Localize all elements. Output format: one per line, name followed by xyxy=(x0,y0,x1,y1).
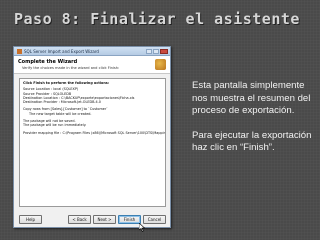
window-controls xyxy=(146,48,170,54)
wizard-window: SQL Server Import and Export Wizard Comp… xyxy=(13,46,171,232)
close-icon[interactable] xyxy=(160,48,168,54)
next-button[interactable]: Next > xyxy=(93,214,116,224)
cancel-button[interactable]: Cancel xyxy=(143,214,166,224)
slide-title: Paso 8: Finalizar el asistente xyxy=(14,10,300,28)
finish-button[interactable]: Finish xyxy=(118,214,141,224)
summary-mapping-line: Provider mapping file : C:\Program Files… xyxy=(23,130,166,135)
wizard-header-subtitle: Verify the choices made in the wizard an… xyxy=(22,66,120,70)
mouse-pointer-icon xyxy=(139,223,145,232)
slide-paragraph: Esta pantalla simplemente nos muestra el… xyxy=(192,80,311,116)
back-button[interactable]: < Back xyxy=(68,214,91,224)
summary-lead: Click Finish to perform the following ac… xyxy=(23,81,110,85)
minimize-icon[interactable] xyxy=(146,48,152,54)
app-icon xyxy=(17,48,22,54)
wizard-header-title: Complete the Wizard xyxy=(18,59,78,65)
slide-paragraph: Para ejecutar la exportación haz clic en… xyxy=(192,129,312,154)
help-button[interactable]: Help xyxy=(19,214,42,224)
wizard-titlebar: SQL Server Import and Export Wizard xyxy=(14,47,170,56)
wizard-window-title: SQL Server Import and Export Wizard xyxy=(24,48,99,54)
wizard-logo-icon xyxy=(155,59,166,70)
maximize-icon[interactable] xyxy=(153,48,159,54)
slide-body-text: Esta pantalla simplemente nos muestra el… xyxy=(192,80,316,155)
wizard-header: Complete the Wizard Verify the choices m… xyxy=(14,56,170,74)
summary-box[interactable]: Click Finish to perform the following ac… xyxy=(19,78,166,207)
